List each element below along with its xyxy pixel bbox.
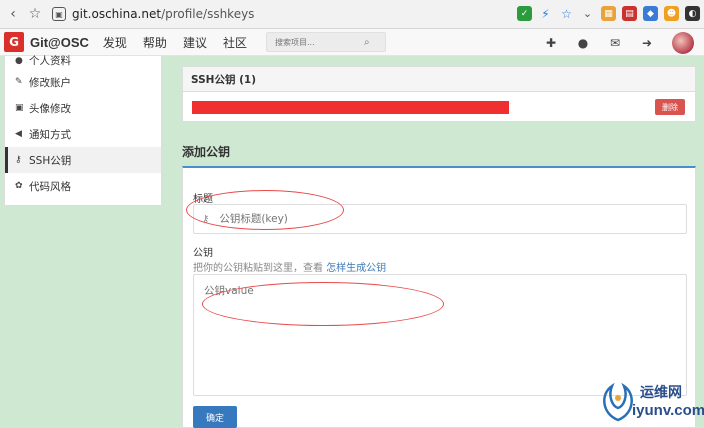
search-icon[interactable]: ⌕ bbox=[364, 37, 370, 48]
pencil-icon: ✎ bbox=[15, 77, 23, 87]
site-logo[interactable]: G Git@OSC bbox=[4, 32, 89, 52]
sidebar-item-ssh-keys[interactable]: ⚷ SSH公钥 bbox=[5, 147, 161, 173]
title-field: ⚷ bbox=[193, 204, 687, 234]
ssh-keys-panel: SSH公钥 (1) 删除 bbox=[182, 66, 696, 122]
site-header: G Git@OSC 发现 帮助 建议 社区 ⌕ ✚ ● ✉ ➜ bbox=[0, 29, 704, 56]
lightning-icon[interactable]: ⚡ bbox=[538, 6, 553, 21]
user-icon[interactable]: ● bbox=[576, 36, 590, 50]
extension-blue-icon[interactable]: ◆ bbox=[643, 6, 658, 21]
logo-mark: G bbox=[4, 32, 24, 52]
sidebar-item-label: SSH公钥 bbox=[29, 154, 72, 167]
sidebar-item-label: 代码风格 bbox=[29, 180, 71, 193]
title-label: 标题 bbox=[193, 194, 213, 205]
star-icon[interactable]: ☆ bbox=[559, 6, 574, 21]
settings-sidebar: ● 个人资料 ✎ 修改账户 ▣ 头像修改 ◀ 通知方式 ⚷ SSH公钥 ✿ 代码… bbox=[4, 55, 162, 206]
sidebar-item-profile[interactable]: ● 个人资料 bbox=[5, 55, 161, 69]
key-icon: ⚷ bbox=[15, 155, 22, 165]
bookmark-star-icon[interactable]: ☆ bbox=[26, 5, 44, 23]
sidebar-item-code-style[interactable]: ✿ 代码风格 bbox=[5, 173, 161, 199]
redacted-key-bar bbox=[192, 101, 509, 114]
url-host: git.oschina.net bbox=[72, 7, 162, 21]
sidebar-item-label: 头像修改 bbox=[29, 102, 71, 115]
extension-red-icon[interactable]: ▤ bbox=[622, 6, 637, 21]
image-icon: ▣ bbox=[15, 103, 24, 113]
logo-text: Git@OSC bbox=[30, 34, 89, 50]
sidebar-item-avatar[interactable]: ▣ 头像修改 bbox=[5, 95, 161, 121]
sidebar-item-account[interactable]: ✎ 修改账户 bbox=[5, 69, 161, 95]
hint-text: 把你的公钥粘贴到这里，查看 bbox=[193, 263, 323, 274]
browser-toolbar: ‹ ☆ ▣ git.oschina.net/profile/sshkeys ✓ … bbox=[0, 0, 704, 29]
delete-key-button[interactable]: 删除 bbox=[655, 99, 685, 115]
extension-shield-icon[interactable]: ✓ bbox=[517, 6, 532, 21]
nav-community[interactable]: 社区 bbox=[223, 34, 247, 51]
browser-extension-icons: ✓ ⚡ ☆ ⌄ ▦ ▤ ◆ ☻ ◐ bbox=[517, 6, 700, 21]
shield-icon: ▣ bbox=[52, 7, 66, 21]
back-button[interactable]: ‹ bbox=[4, 5, 22, 23]
key-title-input[interactable] bbox=[219, 213, 660, 225]
palette-icon: ✿ bbox=[15, 181, 23, 191]
key-icon: ⚷ bbox=[202, 213, 210, 225]
sidebar-item-label: 修改账户 bbox=[29, 76, 71, 89]
submit-button[interactable]: 确定 bbox=[193, 406, 237, 428]
chevron-down-icon[interactable]: ⌄ bbox=[580, 6, 595, 21]
url-path: /profile/sshkeys bbox=[161, 7, 255, 21]
nav-suggest[interactable]: 建议 bbox=[183, 34, 207, 51]
sidebar-item-notifications[interactable]: ◀ 通知方式 bbox=[5, 121, 161, 147]
avatar[interactable] bbox=[672, 32, 694, 54]
user-icon: ● bbox=[15, 56, 23, 66]
sidebar-item-label: 个人资料 bbox=[29, 55, 71, 67]
volume-icon: ◀ bbox=[15, 129, 22, 139]
mail-icon[interactable]: ✉ bbox=[608, 36, 622, 50]
nav-discover[interactable]: 发现 bbox=[103, 34, 127, 51]
watermark-line1: 运维网 bbox=[640, 385, 682, 401]
watermark: 运维网 iyunv.com bbox=[596, 378, 704, 428]
watermark-line2: iyunv.com bbox=[632, 402, 704, 419]
plus-icon[interactable]: ✚ bbox=[544, 36, 558, 50]
logout-icon[interactable]: ➜ bbox=[640, 36, 654, 50]
emoji-icon[interactable]: ☻ bbox=[664, 6, 679, 21]
address-bar[interactable]: git.oschina.net/profile/sshkeys bbox=[72, 7, 254, 21]
apps-icon[interactable]: ▦ bbox=[601, 6, 616, 21]
how-to-generate-link[interactable]: 怎样生成公钥 bbox=[326, 263, 386, 274]
section-title: 添加公钥 bbox=[182, 145, 231, 159]
key-hint: 把你的公钥粘贴到这里，查看 怎样生成公钥 bbox=[193, 259, 386, 274]
toggle-icon[interactable]: ◐ bbox=[685, 6, 700, 21]
key-label: 公钥 bbox=[193, 248, 213, 259]
header-actions: ✚ ● ✉ ➜ bbox=[544, 32, 694, 54]
panel-title: SSH公钥 (1) bbox=[183, 67, 695, 92]
sidebar-item-label: 通知方式 bbox=[29, 128, 71, 141]
search-box: ⌕ bbox=[266, 32, 386, 52]
search-input[interactable] bbox=[267, 37, 362, 47]
nav-help[interactable]: 帮助 bbox=[143, 34, 167, 51]
